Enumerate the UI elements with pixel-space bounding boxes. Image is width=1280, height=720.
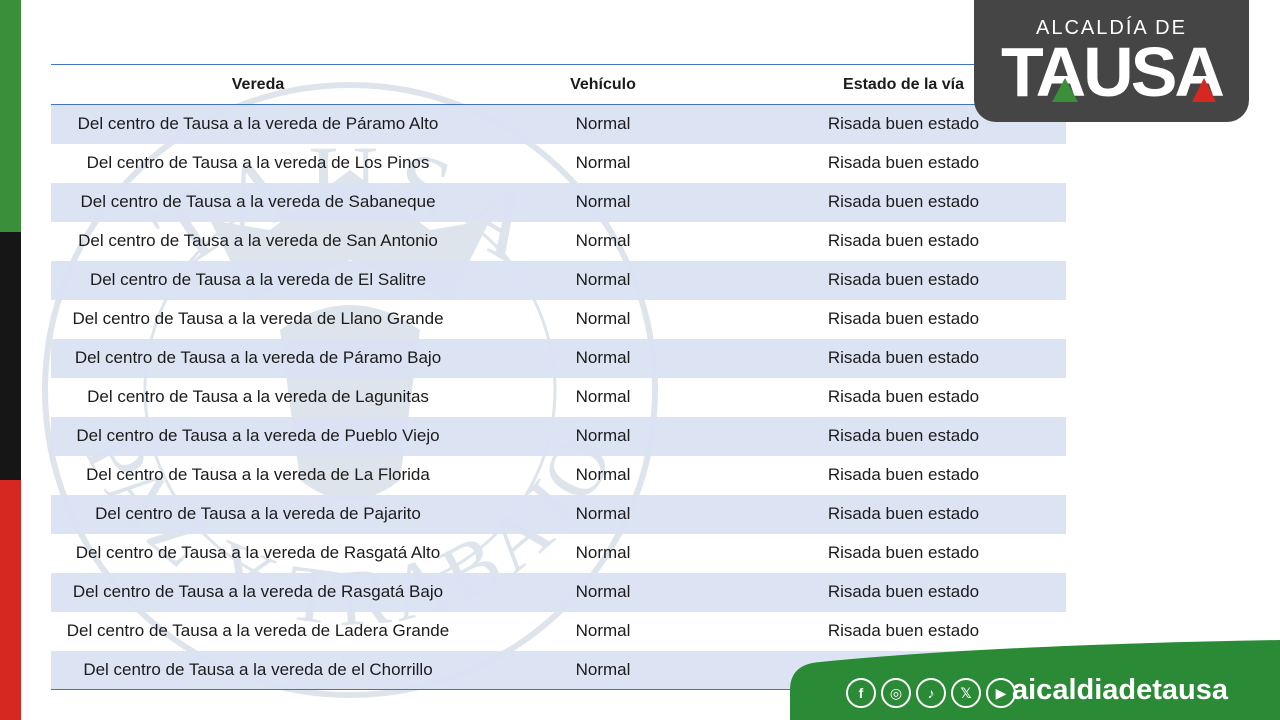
cell-vehiculo: Normal	[575, 153, 631, 172]
tiktok-icon[interactable]: ♪	[916, 678, 946, 708]
cell-estado: Risada buen estado	[741, 416, 1066, 456]
table-row: Del centro de Tausa a la vereda de La Fl…	[51, 456, 1066, 495]
social-handle[interactable]: aicaldiadetausa	[1012, 674, 1228, 707]
x-icon[interactable]: 𝕏	[951, 678, 981, 708]
table-row: Del centro de Tausa a la vereda de Llano…	[51, 300, 1066, 339]
cell-vehiculo: Normal	[575, 231, 631, 250]
cell-vehiculo: Normal	[575, 465, 631, 484]
table-row: Del centro de Tausa a la vereda de Pajar…	[51, 494, 1066, 534]
cell-estado: Risada buen estado	[741, 338, 1066, 378]
cell-vereda: Del centro de Tausa a la vereda de Rasga…	[75, 543, 441, 562]
cell-vereda: Del centro de Tausa a la vereda de Los P…	[86, 153, 430, 172]
cell-estado: Risada buen estado	[827, 231, 980, 250]
cell-vereda: Del centro de Tausa a la vereda de Saban…	[51, 182, 465, 222]
cell-vehiculo: Normal	[575, 387, 631, 406]
cell-estado: Risada buen estado	[741, 260, 1066, 300]
flag-red-band	[0, 480, 21, 720]
cell-vehiculo: Normal	[465, 104, 741, 144]
cell-vereda: Del centro de Tausa a la vereda de el Ch…	[51, 650, 465, 690]
cell-estado: Risada buen estado	[827, 465, 980, 484]
logo-mountain-icon-red	[1192, 78, 1216, 102]
cell-vereda: Del centro de Tausa a la vereda de Lader…	[66, 621, 450, 640]
cell-vereda: Del centro de Tausa a la vereda de Páram…	[51, 104, 465, 144]
cell-estado: Risada buen estado	[741, 494, 1066, 534]
cell-estado: Risada buen estado	[741, 182, 1066, 222]
cell-vehiculo: Normal	[575, 621, 631, 640]
table-row: Del centro de Tausa a la vereda de Los P…	[51, 144, 1066, 183]
cell-vereda: Del centro de Tausa a la vereda de Pajar…	[51, 494, 465, 534]
social-icons: f ◎ ♪ 𝕏 ▶	[846, 678, 1016, 708]
table-header-row: Vereda Vehículo Estado de la vía	[51, 64, 1066, 105]
road-status-table: Vereda Vehículo Estado de la vía Del cen…	[51, 64, 1066, 690]
flag-green-band	[0, 0, 21, 232]
cell-estado: Risada buen estado	[827, 543, 980, 562]
cell-estado: Risada buen estado	[827, 153, 980, 172]
cell-vereda: Del centro de Tausa a la vereda de San A…	[78, 231, 438, 250]
cell-vehiculo: Normal	[465, 182, 741, 222]
cell-vereda: Del centro de Tausa a la vereda de Páram…	[51, 338, 465, 378]
table-row: Del centro de Tausa a la vereda de Saban…	[51, 182, 1066, 222]
cell-vehiculo: Normal	[575, 543, 631, 562]
cell-estado: Risada buen estado	[741, 572, 1066, 612]
facebook-icon[interactable]: f	[846, 678, 876, 708]
cell-vehiculo: Normal	[465, 338, 741, 378]
table-row: Del centro de Tausa a la vereda de Páram…	[51, 104, 1066, 144]
cell-vereda: Del centro de Tausa a la vereda de Puebl…	[51, 416, 465, 456]
flag-stripe	[0, 0, 21, 720]
table-row: Del centro de Tausa a la vereda de El Sa…	[51, 260, 1066, 300]
cell-vereda: Del centro de Tausa a la vereda de Llano…	[72, 309, 444, 328]
flag-black-band	[0, 232, 21, 480]
cell-vehiculo: Normal	[465, 650, 741, 690]
cell-vehiculo: Normal	[465, 572, 741, 612]
cell-estado: Risada buen estado	[827, 387, 980, 406]
header-vehiculo: Vehículo	[465, 64, 741, 105]
cell-vehiculo: Normal	[465, 260, 741, 300]
table-row: Del centro de Tausa a la vereda de Lagun…	[51, 378, 1066, 417]
cell-vereda: Del centro de Tausa a la vereda de El Sa…	[51, 260, 465, 300]
table-row: Del centro de Tausa a la vereda de San A…	[51, 222, 1066, 261]
table-row: Del centro de Tausa a la vereda de Rasga…	[51, 534, 1066, 573]
table-row: Del centro de Tausa a la vereda de Puebl…	[51, 416, 1066, 456]
cell-vereda: Del centro de Tausa a la vereda de Lagun…	[87, 387, 429, 406]
alcaldia-logo: ALCALDÍA DE TAUSA	[974, 0, 1249, 122]
cell-estado: Risada buen estado	[827, 309, 980, 328]
table-row: Del centro de Tausa a la vereda de Páram…	[51, 338, 1066, 378]
cell-vehiculo: Normal	[465, 494, 741, 534]
cell-vehiculo: Normal	[575, 309, 631, 328]
table-row: Del centro de Tausa a la vereda de Rasga…	[51, 572, 1066, 612]
social-bar: f ◎ ♪ 𝕏 ▶ aicaldiadetausa	[790, 640, 1280, 720]
header-vereda: Vereda	[51, 64, 465, 105]
cell-vehiculo: Normal	[465, 416, 741, 456]
cell-vereda: Del centro de Tausa a la vereda de La Fl…	[86, 465, 430, 484]
cell-vereda: Del centro de Tausa a la vereda de Rasga…	[51, 572, 465, 612]
instagram-icon[interactable]: ◎	[881, 678, 911, 708]
logo-mountain-icon	[1052, 78, 1078, 102]
